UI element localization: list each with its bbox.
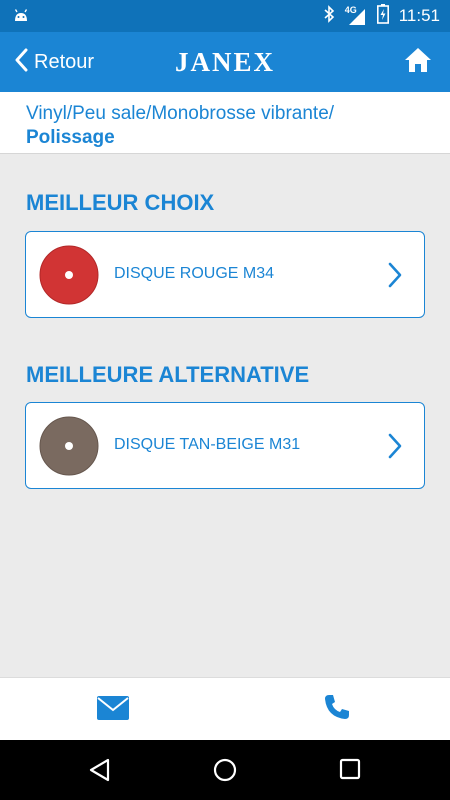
app-bar: Retour JANEX [0, 32, 450, 92]
breadcrumb-path: Vinyl/Peu sale/Monobrosse vibrante/ [26, 103, 335, 124]
section-title-best-alternative: MEILLEURE ALTERNATIVE [26, 362, 310, 387]
recents-square-icon[interactable] [339, 758, 361, 785]
product-name: DISQUE ROUGE M34 [114, 265, 275, 282]
product-card-best-alternative[interactable]: DISQUE TAN-BEIGE M31 [25, 402, 425, 489]
section-title-best-choice: MEILLEUR CHOIX [26, 190, 215, 215]
home-button[interactable] [404, 46, 432, 79]
bluetooth-icon [323, 4, 335, 28]
android-icon [12, 7, 30, 28]
battery-icon [376, 3, 389, 29]
mail-icon[interactable] [96, 695, 130, 726]
status-bar: 4G 11:51 [0, 0, 450, 32]
system-nav-bar [0, 740, 450, 800]
back-label: Retour [34, 50, 95, 73]
back-triangle-icon[interactable] [88, 758, 110, 787]
product-name: DISQUE TAN-BEIGE M31 [114, 436, 301, 453]
product-card-best-choice[interactable]: DISQUE ROUGE M34 [25, 231, 425, 318]
breadcrumb-current: Polissage [26, 127, 115, 148]
back-button[interactable]: Retour [14, 32, 94, 92]
network-type: 4G [344, 5, 357, 15]
tan-disc-icon [39, 416, 99, 476]
clock: 11:51 [398, 6, 440, 25]
signal-icon: 4G [344, 5, 367, 25]
chevron-left-icon [14, 48, 28, 77]
contact-bar [0, 677, 450, 740]
breadcrumb: Vinyl/Peu sale/Monobrosse vibrante/ Poli… [0, 92, 450, 154]
home-icon [404, 48, 432, 78]
phone-icon[interactable] [323, 693, 351, 726]
chevron-right-icon [388, 262, 402, 293]
home-circle-icon[interactable] [213, 758, 237, 787]
red-disc-icon [39, 245, 99, 305]
chevron-right-icon [388, 433, 402, 464]
